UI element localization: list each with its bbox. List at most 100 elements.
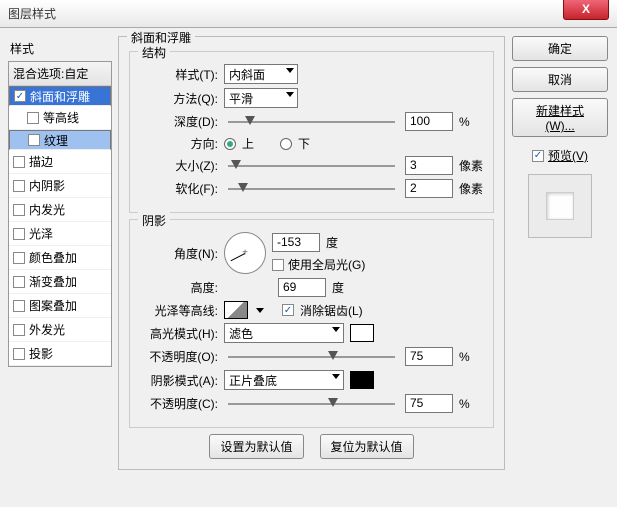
style-row-label: 等高线 — [43, 109, 79, 126]
altitude-label: 高度: — [140, 279, 218, 296]
highlight-color[interactable] — [350, 324, 374, 342]
style-row-渐变叠加[interactable]: 渐变叠加 — [9, 270, 111, 294]
style-row-光泽[interactable]: 光泽 — [9, 222, 111, 246]
window-title: 图层样式 — [0, 5, 56, 22]
style-row-斜面和浮雕[interactable]: ✓ 斜面和浮雕 — [9, 86, 111, 106]
style-row-投影[interactable]: 投影 — [9, 342, 111, 366]
size-slider[interactable] — [228, 158, 395, 174]
direction-down-radio[interactable] — [280, 138, 292, 150]
shadow-mode-label: 阴影模式(A): — [140, 372, 218, 389]
set-default-button[interactable]: 设置为默认值 — [209, 434, 303, 459]
highlight-opacity-input[interactable]: 75 — [405, 347, 453, 366]
shading-group: 阴影 角度(N): + -153 度 使用全局光(G) — [129, 219, 494, 428]
style-check[interactable]: ✓ — [14, 90, 26, 102]
close-button[interactable]: X — [563, 0, 609, 20]
style-row-label: 内发光 — [29, 201, 65, 218]
style-check[interactable] — [28, 134, 40, 146]
size-label: 大小(Z): — [140, 157, 218, 174]
style-row-内阴影[interactable]: 内阴影 — [9, 174, 111, 198]
soften-unit: 像素 — [459, 180, 483, 197]
angle-unit: 度 — [326, 234, 338, 251]
style-check[interactable] — [13, 300, 25, 312]
style-check[interactable] — [13, 228, 25, 240]
style-value: 内斜面 — [229, 66, 265, 83]
style-row-等高线[interactable]: 等高线 — [9, 106, 111, 130]
global-light-check[interactable] — [272, 259, 284, 271]
direction-up-radio[interactable] — [224, 138, 236, 150]
style-row-颜色叠加[interactable]: 颜色叠加 — [9, 246, 111, 270]
style-row-label: 图案叠加 — [29, 297, 77, 314]
structure-legend: 结构 — [138, 44, 170, 61]
chevron-down-icon — [332, 374, 340, 379]
depth-label: 深度(D): — [140, 113, 218, 130]
style-row-label: 光泽 — [29, 225, 53, 242]
style-row-label: 渐变叠加 — [29, 273, 77, 290]
altitude-unit: 度 — [332, 279, 344, 296]
direction-label: 方向: — [140, 135, 218, 152]
style-list: 混合选项:自定 ✓ 斜面和浮雕等高线纹理描边内阴影内发光光泽颜色叠加渐变叠加图案叠… — [8, 61, 112, 367]
cancel-button[interactable]: 取消 — [512, 67, 608, 92]
highlight-opacity-label: 不透明度(O): — [140, 348, 218, 365]
style-check[interactable] — [13, 156, 25, 168]
preview-label: 预览(V) — [548, 147, 588, 164]
style-row-label: 内阴影 — [29, 177, 65, 194]
preview-box — [528, 174, 592, 238]
highlight-mode-select[interactable]: 滤色 — [224, 323, 344, 343]
reset-default-button[interactable]: 复位为默认值 — [320, 434, 414, 459]
ok-button[interactable]: 确定 — [512, 36, 608, 61]
style-row-外发光[interactable]: 外发光 — [9, 318, 111, 342]
style-check[interactable] — [13, 348, 25, 360]
shadow-mode-select[interactable]: 正片叠底 — [224, 370, 344, 390]
style-check[interactable] — [13, 324, 25, 336]
direction-up-label: 上 — [242, 135, 254, 152]
highlight-mode-value: 滤色 — [229, 325, 253, 342]
soften-input[interactable]: 2 — [405, 179, 453, 198]
style-row-内发光[interactable]: 内发光 — [9, 198, 111, 222]
shading-legend: 阴影 — [138, 212, 170, 229]
new-style-button[interactable]: 新建样式(W)... — [512, 98, 608, 137]
bevel-group: 斜面和浮雕 结构 样式(T): 内斜面 方法(Q): 平滑 深度(D): 100… — [118, 36, 505, 470]
style-row-label: 投影 — [29, 345, 53, 362]
blend-options-row[interactable]: 混合选项:自定 — [9, 62, 111, 86]
style-check[interactable] — [13, 180, 25, 192]
style-row-描边[interactable]: 描边 — [9, 150, 111, 174]
gloss-contour[interactable] — [224, 301, 248, 319]
chevron-down-icon[interactable] — [256, 308, 264, 313]
technique-label: 方法(Q): — [140, 90, 218, 107]
style-row-图案叠加[interactable]: 图案叠加 — [9, 294, 111, 318]
direction-down-label: 下 — [298, 135, 310, 152]
style-row-纹理[interactable]: 纹理 — [9, 130, 111, 150]
style-row-label: 斜面和浮雕 — [30, 88, 90, 105]
style-check[interactable] — [13, 276, 25, 288]
size-input[interactable]: 3 — [405, 156, 453, 175]
technique-value: 平滑 — [229, 90, 253, 107]
shadow-opacity-input[interactable]: 75 — [405, 394, 453, 413]
depth-slider[interactable] — [228, 114, 395, 130]
style-check[interactable] — [27, 112, 39, 124]
antialias-check[interactable]: ✓ — [282, 304, 294, 316]
style-check[interactable] — [13, 252, 25, 264]
title-bar: 图层样式 X — [0, 0, 617, 28]
style-select[interactable]: 内斜面 — [224, 64, 298, 84]
angle-input[interactable]: -153 — [272, 233, 320, 252]
angle-dial[interactable]: + — [224, 232, 266, 274]
style-row-label: 颜色叠加 — [29, 249, 77, 266]
style-row-label: 纹理 — [44, 132, 68, 149]
depth-unit: % — [459, 115, 483, 129]
shadow-mode-value: 正片叠底 — [229, 372, 277, 389]
highlight-opacity-slider[interactable] — [228, 349, 395, 365]
style-check[interactable] — [13, 204, 25, 216]
technique-select[interactable]: 平滑 — [224, 88, 298, 108]
new-style-label: 新建样式(W)... — [536, 104, 584, 133]
antialias-label: 消除锯齿(L) — [300, 302, 363, 319]
shadow-color[interactable] — [350, 371, 374, 389]
preview-check[interactable]: ✓ — [532, 150, 544, 162]
altitude-input[interactable]: 69 — [278, 278, 326, 297]
shadow-opacity-slider[interactable] — [228, 396, 395, 412]
soften-slider[interactable] — [228, 181, 395, 197]
gloss-label: 光泽等高线: — [140, 302, 218, 319]
chevron-down-icon — [332, 327, 340, 332]
style-row-label: 描边 — [29, 153, 53, 170]
style-row-label: 外发光 — [29, 321, 65, 338]
depth-input[interactable]: 100 — [405, 112, 453, 131]
